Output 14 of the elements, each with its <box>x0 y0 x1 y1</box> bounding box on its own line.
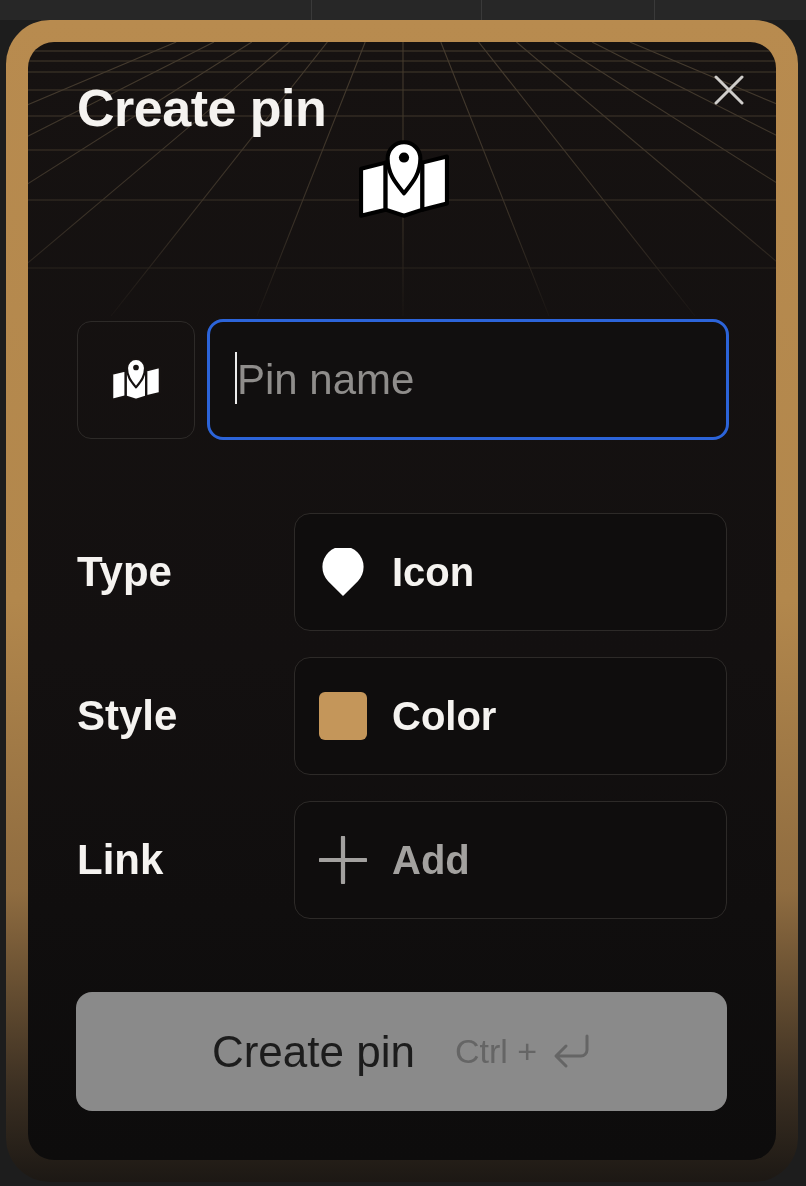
type-select-button[interactable]: Icon <box>294 513 727 631</box>
field-label: Link <box>77 836 165 884</box>
close-icon <box>714 75 744 105</box>
field-label: Style <box>77 692 179 740</box>
pin-icon <box>319 548 367 596</box>
pin-icon-button[interactable] <box>77 320 195 439</box>
add-link-button[interactable]: Add <box>294 801 727 919</box>
pin-name-input[interactable]: Pin name <box>207 319 729 440</box>
plus-icon <box>319 836 367 884</box>
dialog-title: Create pin <box>77 80 327 136</box>
text-cursor-icon <box>235 352 237 404</box>
field-label: Type <box>77 548 173 596</box>
style-select-button[interactable]: Color <box>294 657 727 775</box>
enter-key-icon <box>553 1033 592 1070</box>
